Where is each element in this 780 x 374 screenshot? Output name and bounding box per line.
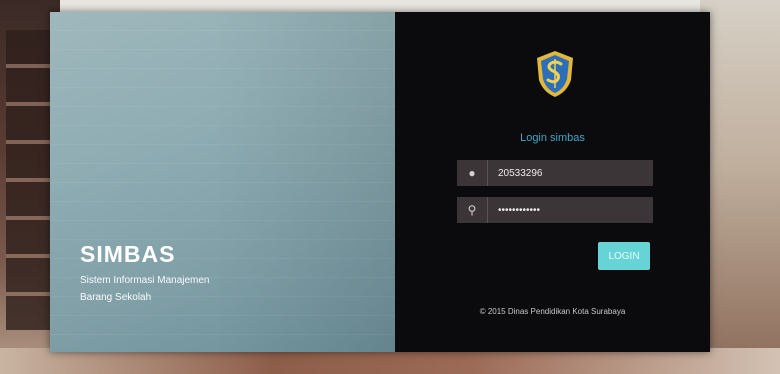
password-field: ⚲ [457, 196, 653, 224]
username-field: ● [457, 159, 653, 187]
app-title: SIMBAS [80, 241, 176, 267]
surabaya-crest-icon [537, 51, 573, 97]
login-card: SIMBAS Sistem Informasi Manajemen Barang… [50, 12, 710, 352]
hero-panel: SIMBAS Sistem Informasi Manajemen Barang… [50, 12, 395, 352]
username-input[interactable] [488, 159, 653, 187]
footer-copyright: © 2015 Dinas Pendidikan Kota Surabaya [479, 307, 626, 316]
brand-block: SIMBAS Sistem Informasi Manajemen Barang… [80, 241, 240, 306]
background-bookshelf [6, 30, 50, 330]
login-button[interactable]: LOGIN [598, 242, 650, 270]
background-right [700, 0, 780, 374]
key-icon: ⚲ [457, 197, 488, 223]
password-input[interactable] [488, 196, 653, 224]
user-icon: ● [457, 160, 488, 186]
app-subtitle: Sistem Informasi Manajemen Barang Sekola… [80, 275, 210, 303]
login-panel: Login simbas ● ⚲ LOGIN © 2015 Dinas Pend… [395, 12, 710, 352]
login-title: Login simbas [520, 132, 585, 144]
